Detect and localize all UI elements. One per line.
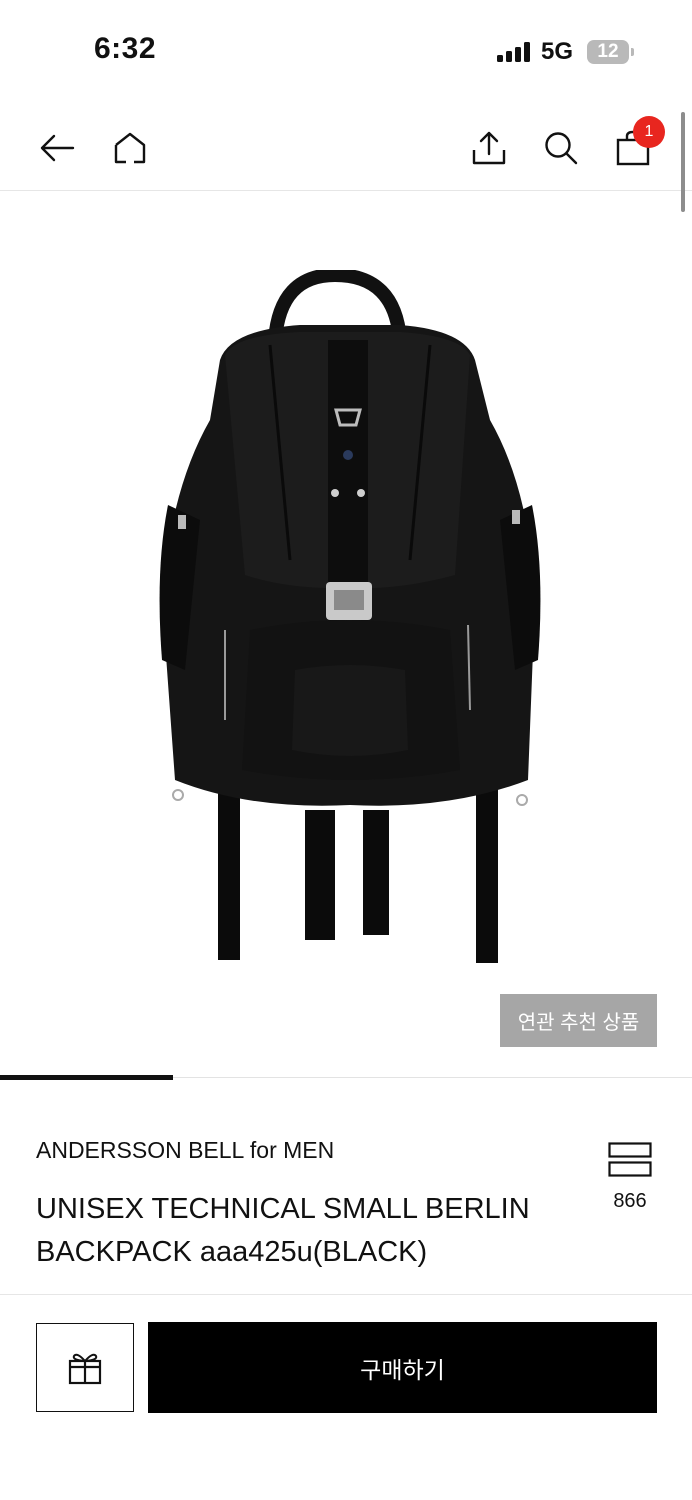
related-products-button[interactable]: 연관 추천 상품 [500,994,657,1047]
brand-name[interactable]: ANDERSSON BELL for MEN [36,1137,334,1164]
battery-cap [631,48,634,56]
gift-icon [68,1353,102,1384]
search-icon [545,132,578,165]
home-button[interactable] [106,124,154,172]
buy-button[interactable]: 구매하기 [148,1322,657,1413]
info-divider [0,1294,692,1295]
status-time: 6:32 [94,32,157,65]
compare-icon [608,1142,652,1177]
cart-count-badge: 1 [633,116,665,148]
share-icon [472,131,506,165]
compare-count: 866 [613,1190,647,1212]
product-title: UNISEX TECHNICAL SMALL BERLIN BACKPACK a… [36,1193,530,1268]
search-button[interactable] [537,124,585,172]
image-progress-indicator [0,1075,173,1080]
home-icon [114,132,146,164]
compare-button[interactable] [608,1142,652,1178]
product-image[interactable] [150,267,550,970]
back-button[interactable] [33,124,81,172]
header-divider [0,190,692,191]
scrollbar[interactable] [681,112,685,212]
gift-button[interactable] [36,1323,134,1412]
share-button[interactable] [465,124,513,172]
signal-icon [497,42,533,62]
battery-icon: 12 [587,40,629,64]
network-type: 5G [541,38,574,65]
arrow-left-icon [40,134,75,162]
